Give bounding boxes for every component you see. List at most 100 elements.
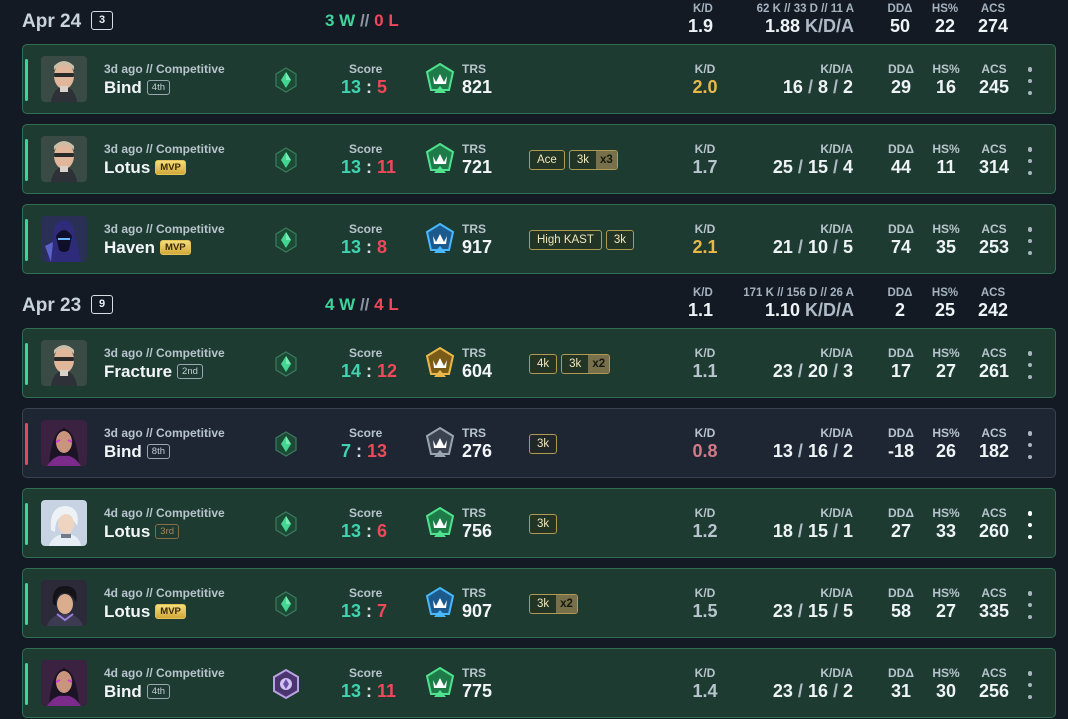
more-options-icon[interactable] [1026,511,1034,539]
slash: / [827,601,843,621]
kda-value: 23 / 20 / 3 [773,361,853,382]
score-label: Score [349,346,383,360]
acs-value: 256 [978,681,1010,701]
badge-label: 3k [537,598,550,610]
more-options-icon[interactable] [1026,67,1034,95]
result-indicator [25,503,28,545]
hs-value: 22 [934,16,956,36]
dd-label: DDΔ [888,62,914,76]
score-value: 13 : 8 [341,237,387,258]
badge-label: 3k [537,518,550,530]
slash: / [827,681,843,701]
trs-rank-icon [424,426,456,460]
more-options-icon[interactable] [1026,147,1034,175]
hs-label: HS% [932,506,960,520]
kda-label: K/D/A [820,62,853,76]
match-row[interactable]: 3d ago // Competitive Fracture 2nd Score 14 … [22,328,1056,398]
kda-value: 18 / 15 / 1 [773,521,853,542]
match-row[interactable]: 4d ago // Competitive Lotus 3rd Score 13 : 6… [22,488,1056,558]
kills: 25 [772,157,793,177]
deaths: 15 [807,601,828,621]
match-row[interactable]: 4d ago // Competitive Bind 4th Score 13 : 11… [22,648,1056,718]
acs-value: 253 [978,237,1010,257]
acs-value: 274 [977,16,1009,36]
hs-value: 26 [935,441,957,461]
trs-label: TRS [462,506,486,520]
rank-icon [274,147,298,173]
result-indicator [25,59,28,101]
kd-label: K/D [693,287,713,299]
result-indicator [25,663,28,705]
more-options-icon[interactable] [1026,227,1034,255]
rank-icon [271,668,299,700]
match-row[interactable]: 3d ago // Competitive Bind 4th Score 13 : 5 T… [22,44,1056,114]
kd-value: 1.4 [692,681,718,701]
hs-label: HS% [932,666,960,680]
acs-label: ACS [980,287,1006,299]
agent-avatar [41,340,87,386]
kda-value: 21 / 10 / 5 [773,237,853,258]
hs-label: HS% [932,222,960,236]
map-name: Lotus 3rd [104,522,180,542]
enemy-score: 13 [367,441,388,461]
trs-value: 276 [462,441,493,461]
placement-badge: 8th [146,444,170,459]
trs-value: 907 [462,601,493,621]
match-meta: 3d ago // Competitive [104,346,225,360]
hs-value: 30 [935,681,957,701]
match-row[interactable]: 3d ago // Competitive Bind 8th Score 7 : 13 T… [22,408,1056,478]
kills: 21 [772,237,793,257]
acs-value: 182 [978,441,1010,461]
kd-label: K/D [694,586,716,600]
more-options-icon[interactable] [1026,591,1034,619]
team-score: 13 [341,601,362,621]
enemy-score: 8 [377,237,388,257]
map-label: Bind [104,78,142,97]
kda-value: 1.10 K/D/A [765,300,854,321]
kda-label: K/D/A [820,506,853,520]
trs-value: 721 [462,157,493,177]
trs-label: TRS [462,222,486,236]
result-indicator [25,583,28,625]
kda-value: 23 / 15 / 5 [773,601,853,622]
dd-label: DDΔ [888,222,914,236]
day-date: Apr 23 [22,295,82,316]
trs-rank-icon [424,666,456,700]
kd-value: 2.1 [692,237,718,257]
acs-label: ACS [981,586,1007,600]
score-label: Score [349,666,383,680]
enemy-score: 5 [377,77,388,97]
kda-label: K/D/A [820,666,853,680]
more-options-icon[interactable] [1026,431,1034,459]
more-options-icon[interactable] [1026,671,1034,699]
kd-value: 1.5 [692,601,718,621]
match-meta: 3d ago // Competitive [104,426,225,440]
acs-label: ACS [981,426,1007,440]
result-indicator [25,219,28,261]
score-separator: : [361,237,378,257]
rank-icon [274,351,298,377]
map-label: Bind [104,682,142,701]
rank-icon [274,591,298,617]
kills: 16 [782,77,803,97]
rank-icon [274,67,298,93]
dd-value: 58 [890,601,912,621]
map-name: Bind 8th [104,442,170,462]
dd-label: DDΔ [887,287,913,299]
kd-value: 1.1 [692,361,718,381]
match-row[interactable]: 3d ago // Competitive Lotus MVP Score 13 : 1… [22,124,1056,194]
trs-value: 775 [462,681,493,701]
day-date: Apr 24 [22,11,82,32]
kd-value: 0.8 [692,441,718,461]
map-name: Lotus MVP [104,158,186,178]
acs-value: 261 [978,361,1010,381]
more-options-icon[interactable] [1026,351,1034,379]
match-row[interactable]: 4d ago // Competitive Lotus MVP Score 13 : 7… [22,568,1056,638]
dd-label: DDΔ [888,142,914,156]
hs-label: HS% [932,62,960,76]
highlight-badge: 3k [605,230,635,250]
kda-number: 1.88 [764,16,800,36]
dd-label: DDΔ [888,586,914,600]
match-row[interactable]: 3d ago // Competitive Haven MVP Score 13 : 8… [22,204,1056,274]
highlight-badge: 3k [529,514,558,534]
